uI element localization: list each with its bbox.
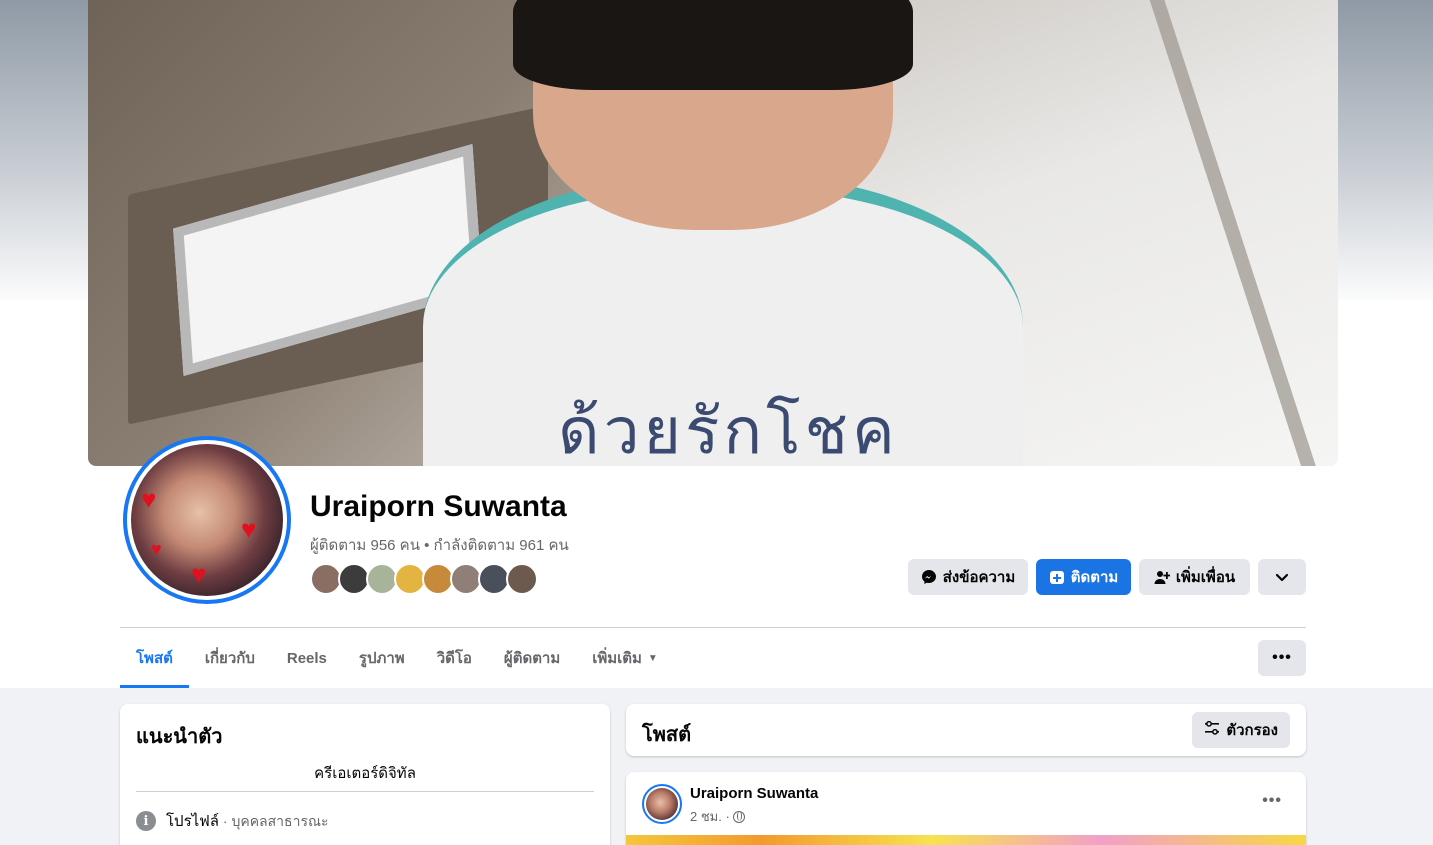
cover-child-hair (513, 0, 913, 90)
intro-profile-type: · บุคคลสาธารณะ (219, 813, 329, 829)
filter-icon (1204, 720, 1220, 740)
more-options-button[interactable]: ••• (1258, 640, 1306, 676)
post-options-icon[interactable]: ••• (1262, 792, 1282, 810)
filter-label: ตัวกรอง (1226, 722, 1278, 739)
intro-divider (136, 791, 594, 792)
tab-label: ผู้ติดตาม (503, 650, 561, 667)
caret-down-icon: ▼ (647, 652, 658, 664)
tab-about[interactable]: เกี่ยวกับ (189, 628, 271, 688)
tab-posts[interactable]: โพสต์ (120, 628, 189, 688)
post-author[interactable]: Uraiporn Suwanta (690, 785, 818, 802)
post-meta: 2 ชม. · (690, 806, 745, 827)
tab-photos[interactable]: รูปภาพ (343, 628, 421, 688)
profile-tabs: โพสต์ เกี่ยวกับ Reels รูปภาพ วิดีโอ ผู้ต… (120, 628, 674, 688)
friend-avatars[interactable] (310, 563, 538, 595)
tab-label: เพิ่มเติม (592, 650, 642, 667)
post-card: Uraiporn Suwanta 2 ชม. · ••• (626, 772, 1306, 845)
intro-card: แนะนำตัว ครีเอเตอร์ดิจิทัล i โปรไฟล์ · บ… (120, 704, 610, 845)
heart-icon: ♥ (241, 514, 257, 544)
more-icon: ••• (1272, 649, 1292, 666)
tab-videos[interactable]: วิดีโอ (421, 628, 488, 688)
message-label: ส่งข้อความ (942, 569, 1016, 586)
tab-label: โพสต์ (136, 650, 173, 667)
message-button[interactable]: ส่งข้อความ (908, 559, 1028, 595)
cover-shirt-text: ด้วยรักโชค (558, 395, 899, 466)
tab-label: รูปภาพ (358, 650, 405, 667)
info-icon: i (136, 811, 156, 831)
heart-icon: ♥ (191, 559, 207, 589)
tab-followers[interactable]: ผู้ติดตาม (488, 628, 576, 688)
globe-icon (732, 810, 745, 823)
tab-more[interactable]: เพิ่มเติม ▼ (576, 628, 674, 688)
intro-profile-label: โปรไฟล์ (166, 813, 219, 830)
tab-label: วิดีโอ (436, 650, 472, 667)
chevron-down-icon (1275, 570, 1289, 584)
intro-bio: ครีเอเตอร์ดิจิทัล (314, 765, 416, 782)
tab-label: เกี่ยวกับ (204, 650, 255, 667)
avatar-image: ♥ ♥ ♥ ♥ (131, 444, 283, 596)
follow-button[interactable]: ติดตาม (1036, 559, 1131, 595)
profile-avatar[interactable]: ♥ ♥ ♥ ♥ (123, 436, 291, 604)
post-author-avatar[interactable] (642, 784, 682, 824)
follow-label: ติดตาม (1070, 569, 1119, 586)
cover-photo[interactable]: ด้วยรักโชค (88, 0, 1338, 466)
profile-name: Uraiporn Suwanta (310, 490, 567, 523)
intro-title: แนะนำตัว (136, 726, 223, 748)
filter-button[interactable]: ตัวกรอง (1192, 712, 1290, 748)
add-friend-icon (1154, 569, 1170, 585)
post-image[interactable] (626, 835, 1306, 845)
add-friend-label: เพิ่มเพื่อน (1175, 569, 1236, 586)
profile-stats[interactable]: ผู้ติดตาม 956 คน • กำลังติดตาม 961 คน (310, 533, 569, 557)
messenger-icon (921, 569, 937, 585)
posts-title: โพสต์ (642, 724, 692, 746)
follow-icon (1049, 569, 1065, 585)
add-friend-button[interactable]: เพิ่มเพื่อน (1139, 559, 1250, 595)
posts-header-card: โพสต์ ตัวกรอง (626, 704, 1306, 756)
profile-options-button[interactable] (1258, 559, 1306, 595)
intro-profile-row: i โปรไฟล์ · บุคคลสาธารณะ (136, 809, 328, 833)
post-time[interactable]: 2 ชม. · (690, 806, 730, 827)
tab-reels[interactable]: Reels (271, 628, 343, 688)
tab-label: Reels (286, 649, 327, 667)
heart-icon: ♥ (141, 484, 157, 514)
heart-icon: ♥ (151, 539, 162, 559)
friend-avatar[interactable] (506, 563, 538, 595)
